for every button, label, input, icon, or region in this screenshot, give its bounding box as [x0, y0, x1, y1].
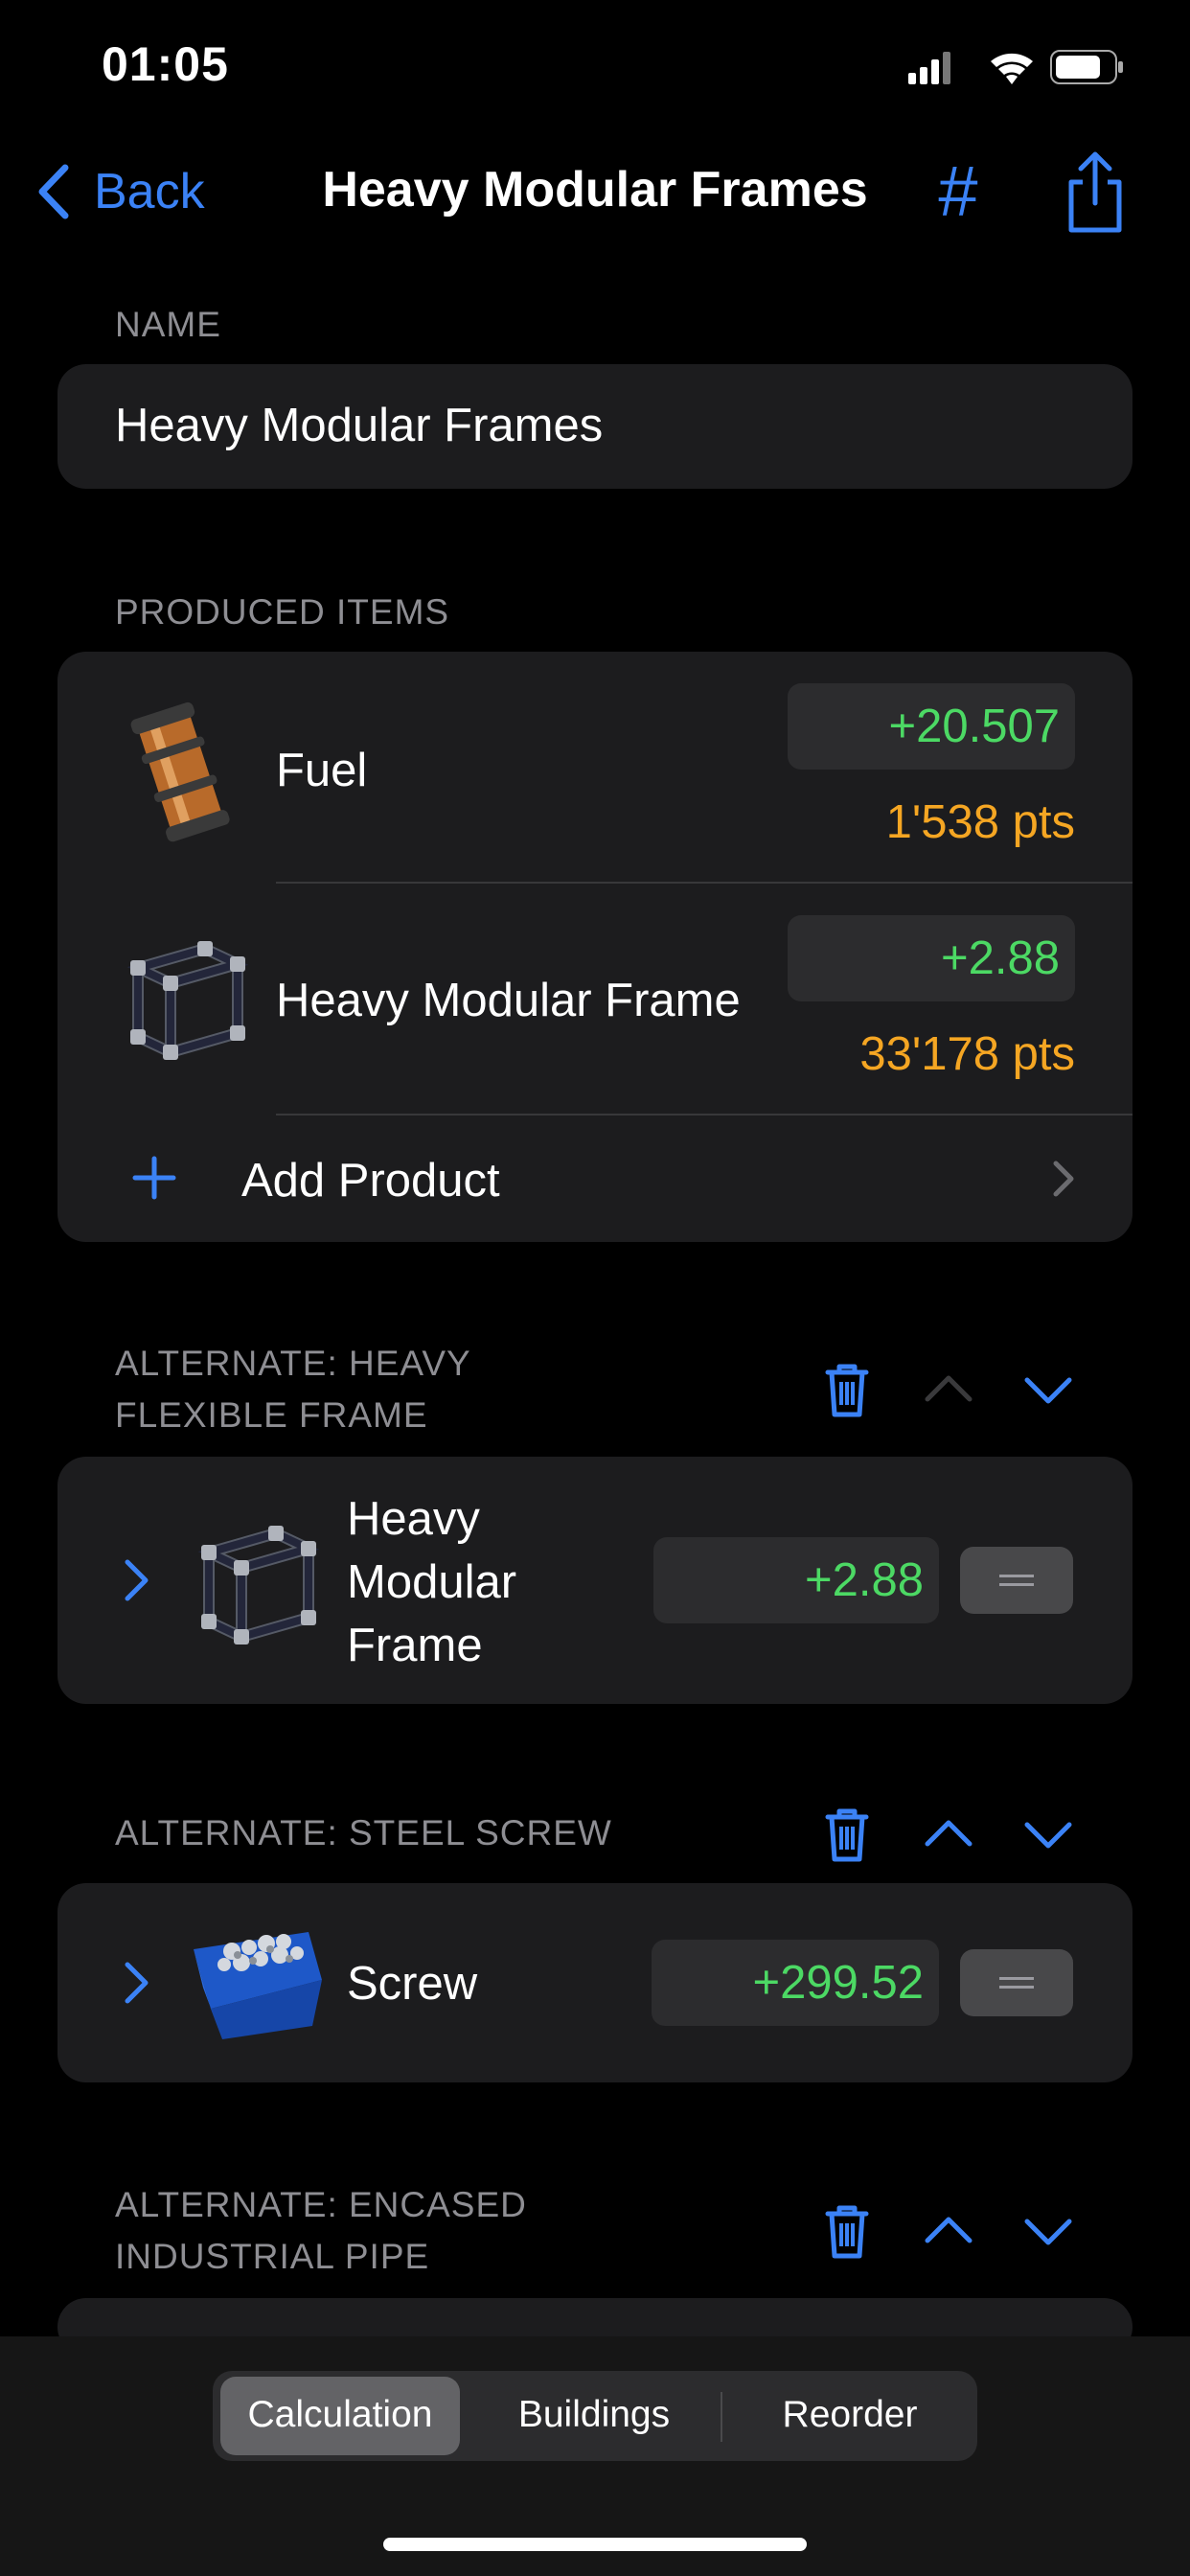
- chevron-right-icon: [1053, 1161, 1074, 1197]
- page-title: Heavy Modular Frames: [322, 162, 868, 218]
- produced-item-name: Heavy Modular Frame: [276, 975, 741, 1026]
- plus-icon: [132, 1156, 176, 1200]
- move-down-icon[interactable]: [1019, 2202, 1077, 2260]
- produced-item-points: 33'178 pts: [859, 1028, 1075, 1080]
- segment-calculation[interactable]: Calculation: [220, 2386, 460, 2444]
- move-up-icon[interactable]: [920, 1806, 977, 1863]
- segment-reorder[interactable]: Reorder: [724, 2386, 975, 2444]
- add-product-button[interactable]: Add Product: [57, 1116, 1133, 1242]
- fuel-item-icon: [130, 702, 230, 842]
- move-up-icon[interactable]: [920, 1361, 977, 1418]
- trash-icon[interactable]: [818, 1361, 876, 1418]
- recipe-header-line: INDUSTRIAL PIPE: [115, 2237, 430, 2276]
- name-section-header: NAME: [115, 305, 221, 344]
- move-up-icon[interactable]: [920, 2202, 977, 2260]
- recipe-item-name: Heavy Modular Frame: [347, 1487, 516, 1677]
- status-icons: [908, 50, 1123, 84]
- heavy-modular-frame-icon: [126, 941, 249, 1060]
- recipe-header-line: ALTERNATE: HEAVY: [115, 1344, 471, 1383]
- trash-icon[interactable]: [818, 1806, 876, 1863]
- recipe-header: ALTERNATE: HEAVY FLEXIBLE FRAME: [115, 1338, 471, 1441]
- status-time: 01:05: [102, 37, 229, 91]
- equals-icon: [999, 1971, 1034, 1994]
- move-down-icon[interactable]: [1019, 1361, 1077, 1418]
- produced-items-header: PRODUCED ITEMS: [115, 592, 450, 632]
- produced-item-value-input[interactable]: +2.88: [788, 915, 1075, 1001]
- battery-icon: [1050, 50, 1123, 84]
- recipe-header-line: ALTERNATE: ENCASED: [115, 2185, 527, 2224]
- home-indicator: [383, 2538, 807, 2551]
- signal-icon: [908, 52, 950, 84]
- hash-button[interactable]: #: [920, 149, 996, 235]
- share-icon[interactable]: [1062, 150, 1129, 236]
- heavy-modular-frame-icon: [197, 1526, 320, 1644]
- name-field-value[interactable]: Heavy Modular Frames: [115, 399, 603, 452]
- produced-item-name: Fuel: [276, 745, 368, 796]
- recipe-item-line: Heavy: [347, 1493, 480, 1545]
- recipe-header: ALTERNATE: STEEL SCREW: [115, 1813, 612, 1852]
- segment-divider: [721, 2392, 722, 2442]
- recipe-item-name: Screw: [347, 1958, 478, 2010]
- recipe-value-input[interactable]: +2.88: [653, 1537, 939, 1623]
- produced-item-value-input[interactable]: +20.507: [788, 683, 1075, 770]
- screw-bin-icon: [194, 1932, 322, 2039]
- expand-chevron-icon[interactable]: [123, 1558, 151, 1602]
- segment-buildings[interactable]: Buildings: [469, 2386, 719, 2444]
- recipe-header-line: FLEXIBLE FRAME: [115, 1395, 428, 1435]
- move-down-icon[interactable]: [1019, 1806, 1077, 1863]
- recipe-value-input[interactable]: +299.52: [652, 1940, 939, 2026]
- recipe-header: ALTERNATE: ENCASED INDUSTRIAL PIPE: [115, 2179, 527, 2283]
- add-product-label: Add Product: [241, 1155, 500, 1207]
- equals-icon: [999, 1569, 1034, 1592]
- recipe-item-line: Modular: [347, 1556, 517, 1608]
- trash-icon[interactable]: [818, 2202, 876, 2260]
- row-divider: [276, 882, 1133, 884]
- produced-item-points: 1'538 pts: [885, 796, 1075, 848]
- equalize-button[interactable]: [960, 1547, 1073, 1614]
- equalize-button[interactable]: [960, 1949, 1073, 2016]
- wifi-icon: [991, 53, 1033, 84]
- recipe-item-line: Frame: [347, 1620, 483, 1671]
- expand-chevron-icon[interactable]: [123, 1961, 151, 2005]
